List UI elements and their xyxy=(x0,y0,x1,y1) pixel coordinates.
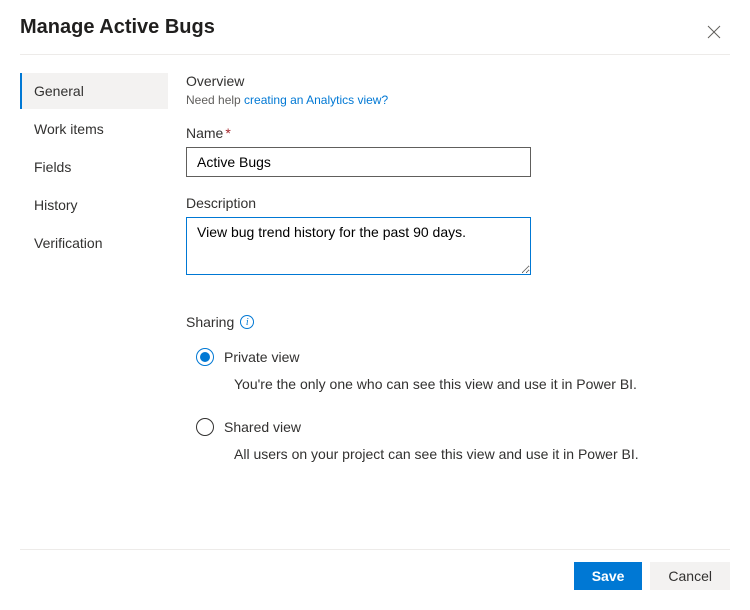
sidebar-item-verification[interactable]: Verification xyxy=(20,225,168,261)
radio-shared[interactable]: Shared view xyxy=(196,418,730,436)
radio-description: All users on your project can see this v… xyxy=(224,446,730,462)
radio-label: Shared view xyxy=(224,419,301,435)
main-panel: Overview Need help creating an Analytics… xyxy=(168,73,730,488)
sidebar-item-label: Verification xyxy=(34,235,102,251)
sidebar-item-work-items[interactable]: Work items xyxy=(20,111,168,147)
radio-button-icon xyxy=(196,348,214,366)
name-label-text: Name xyxy=(186,125,223,141)
sharing-label: Sharing xyxy=(186,314,234,330)
dialog-body: General Work items Fields History Verifi… xyxy=(0,55,750,488)
description-input[interactable]: View bug trend history for the past 90 d… xyxy=(186,217,531,275)
dialog-footer: Save Cancel xyxy=(20,549,730,590)
help-text: Need help creating an Analytics view? xyxy=(186,93,730,107)
sidebar-item-label: Work items xyxy=(34,121,104,137)
radio-button-icon xyxy=(196,418,214,436)
sidebar-item-general[interactable]: General xyxy=(20,73,168,109)
sharing-option-shared: Shared view All users on your project ca… xyxy=(186,418,730,462)
name-input[interactable] xyxy=(186,147,531,177)
required-indicator: * xyxy=(225,125,230,141)
sidebar-item-fields[interactable]: Fields xyxy=(20,149,168,185)
radio-description: You're the only one who can see this vie… xyxy=(224,376,730,392)
help-prefix: Need help xyxy=(186,93,244,107)
close-button[interactable] xyxy=(702,20,726,44)
close-icon xyxy=(707,25,721,39)
name-label: Name* xyxy=(186,125,730,141)
info-icon[interactable]: i xyxy=(240,315,254,329)
overview-heading: Overview xyxy=(186,73,730,89)
sidebar-item-label: General xyxy=(34,83,84,99)
sidebar-item-label: Fields xyxy=(34,159,71,175)
description-label: Description xyxy=(186,195,730,211)
sidebar-item-history[interactable]: History xyxy=(20,187,168,223)
radio-private[interactable]: Private view xyxy=(196,348,730,366)
sidebar-item-label: History xyxy=(34,197,78,213)
help-link[interactable]: creating an Analytics view? xyxy=(244,93,388,107)
page-title: Manage Active Bugs xyxy=(20,16,215,39)
sidebar: General Work items Fields History Verifi… xyxy=(20,73,168,488)
cancel-button[interactable]: Cancel xyxy=(650,562,730,590)
sharing-option-private: Private view You're the only one who can… xyxy=(186,348,730,392)
dialog-header: Manage Active Bugs xyxy=(0,0,750,54)
save-button[interactable]: Save xyxy=(574,562,643,590)
radio-label: Private view xyxy=(224,349,299,365)
sharing-heading: Sharing i xyxy=(186,314,730,330)
